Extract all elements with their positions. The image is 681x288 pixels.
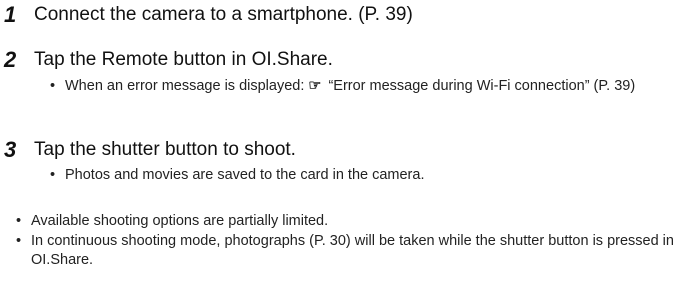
- step-2-number: 2: [4, 47, 17, 72]
- note-text: In continuous shooting mode, photographs…: [31, 233, 674, 268]
- step-2-text: Tap the Remote button in OI.Share.: [34, 49, 333, 70]
- step-2-subnote: • When an error message is displayed: ☞ …: [50, 77, 670, 96]
- step-1-text: Connect the camera to a smartphone. (P. …: [34, 4, 413, 25]
- step-2-subnote-prefix: When an error message is displayed:: [65, 78, 305, 94]
- bullet-marker: •: [16, 233, 22, 249]
- step-3-number: 3: [4, 137, 17, 162]
- step-3-subnote-text: Photos and movies are saved to the card …: [65, 167, 425, 183]
- bullet-marker: •: [50, 167, 56, 183]
- note-text: Available shooting options are partially…: [31, 213, 329, 229]
- bullet-marker: •: [16, 213, 22, 229]
- pointing-hand-reference-icon: ☞: [308, 78, 321, 94]
- step-3-subnote: • Photos and movies are saved to the car…: [50, 166, 670, 185]
- step-2-subnote-text: When an error message is displayed: ☞ “E…: [50, 77, 670, 96]
- note-item: • Available shooting options are partial…: [16, 212, 676, 231]
- step-2-subnote-reference[interactable]: “Error message during Wi-Fi connection” …: [328, 78, 635, 94]
- step-1-number: 1: [4, 2, 17, 27]
- step-3-text: Tap the shutter button to shoot.: [34, 139, 296, 160]
- bullet-marker: •: [50, 78, 56, 94]
- note-item: • In continuous shooting mode, photograp…: [16, 232, 676, 270]
